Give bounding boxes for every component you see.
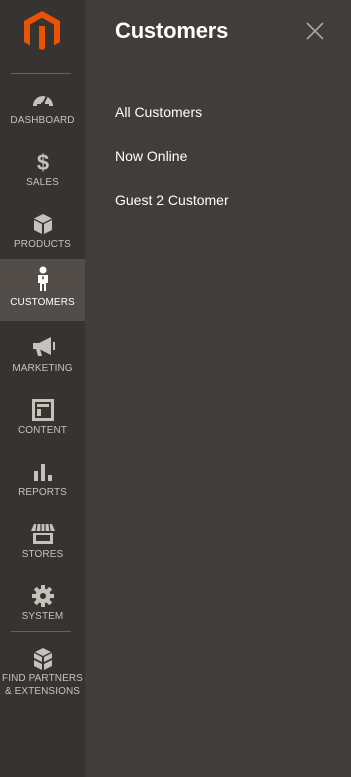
nav-item-label: MARKETING <box>12 363 73 374</box>
gear-icon <box>0 585 85 607</box>
nav-item-label: CONTENT <box>17 425 68 436</box>
menu-link-now-online[interactable]: Now Online <box>115 147 187 165</box>
cube-icon <box>0 213 85 235</box>
nav-item-label: SYSTEM <box>21 611 64 622</box>
storefront-icon <box>0 523 85 545</box>
layout-icon <box>0 399 85 421</box>
nav-item-marketing[interactable]: MARKETING <box>0 328 85 390</box>
nav-item-find-partners-extensions[interactable]: FIND PARTNERS & EXTENSIONS <box>0 638 85 708</box>
menu-link-all-customers[interactable]: All Customers <box>115 103 202 121</box>
menu-link-guest-2-customer[interactable]: Guest 2 Customer <box>115 191 229 209</box>
dashboard-icon <box>0 89 85 111</box>
nav-item-reports[interactable]: REPORTS <box>0 452 85 514</box>
megaphone-icon <box>0 337 85 359</box>
nav-item-products[interactable]: PRODUCTS <box>0 204 85 266</box>
close-icon <box>306 22 324 40</box>
nav-item-system[interactable]: SYSTEM <box>0 576 85 638</box>
bar-chart-icon <box>0 461 85 483</box>
nav-item-label: PRODUCTS <box>14 239 71 250</box>
nav-item-customers[interactable]: CUSTOMERS <box>0 259 85 321</box>
extension-blocks-icon <box>0 647 85 670</box>
nav-item-label-line1: FIND PARTNERS <box>2 673 83 684</box>
sidebar-divider <box>11 631 71 632</box>
nav-item-label: STORES <box>21 549 64 560</box>
nav-item-sales[interactable]: $ SALES <box>0 142 85 204</box>
nav-item-label-line2: & EXTENSIONS <box>4 686 81 697</box>
logo[interactable] <box>0 0 85 72</box>
admin-sidebar: DASHBOARD $ SALES PRODUCTS CUSTOMERS MAR… <box>0 0 85 777</box>
admin-app: DASHBOARD $ SALES PRODUCTS CUSTOMERS MAR… <box>0 0 351 777</box>
nav-item-label: DASHBOARD <box>10 115 75 126</box>
customers-flyout-panel: Customers All Customers Now Online Guest… <box>85 0 351 777</box>
magento-logo-icon <box>24 11 60 50</box>
nav-item-stores[interactable]: STORES <box>0 514 85 576</box>
panel-title: Customers <box>115 18 229 43</box>
nav-item-label: REPORTS <box>18 487 67 498</box>
nav-item-dashboard[interactable]: DASHBOARD <box>0 80 85 142</box>
nav-item-content[interactable]: CONTENT <box>0 390 85 452</box>
nav-item-label: SALES <box>26 177 59 188</box>
close-button[interactable] <box>301 18 329 46</box>
person-icon <box>0 266 85 291</box>
svg-text:$: $ <box>36 151 48 173</box>
dollar-icon: $ <box>0 151 85 173</box>
sidebar-divider <box>11 73 71 74</box>
nav-item-label: CUSTOMERS <box>10 297 75 308</box>
